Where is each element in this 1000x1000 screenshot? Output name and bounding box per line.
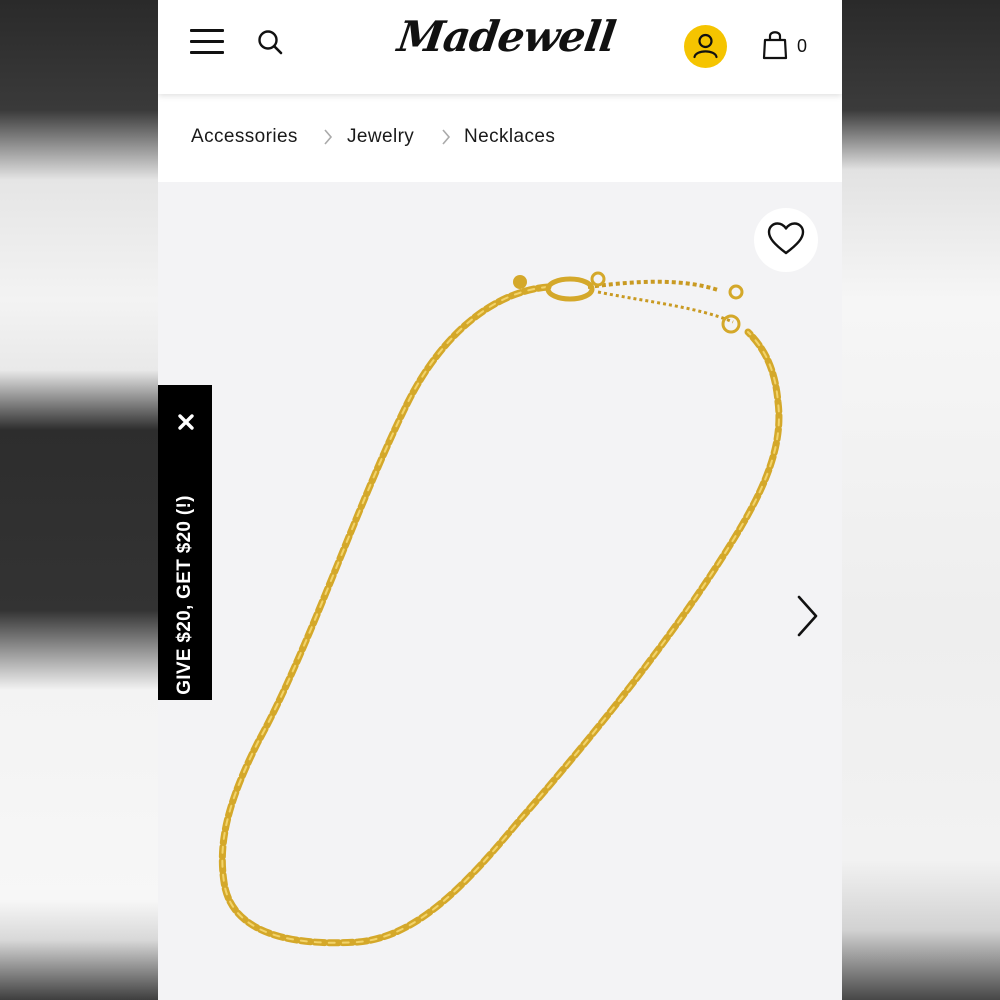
promo-text: GIVE $20, GET $20 (!) <box>174 495 195 695</box>
breadcrumb-necklaces[interactable]: Necklaces <box>464 126 555 148</box>
logo-text: Madewell <box>394 12 619 61</box>
breadcrumb-accessories[interactable]: Accessories <box>191 126 298 148</box>
breadcrumb-jewelry[interactable]: Jewelry <box>347 126 414 148</box>
hamburger-menu-icon[interactable] <box>190 27 226 57</box>
breadcrumb-chevron-icon <box>442 129 451 145</box>
chevron-right-icon <box>797 595 818 637</box>
bag-count: 0 <box>797 36 808 56</box>
wishlist-button[interactable] <box>754 208 818 272</box>
next-image-button[interactable] <box>792 592 822 640</box>
shopping-bag-icon[interactable] <box>761 28 789 60</box>
heart-icon <box>767 222 805 255</box>
necklace-product-image <box>218 271 783 947</box>
backdrop-right <box>842 0 1000 1000</box>
breadcrumb-chevron-icon <box>324 129 333 145</box>
account-button[interactable] <box>684 25 727 68</box>
product-image-gallery[interactable] <box>158 182 842 1000</box>
close-icon[interactable] <box>175 411 197 433</box>
user-icon <box>693 33 718 59</box>
referral-promo-tab[interactable]: GIVE $20, GET $20 (!) <box>158 385 212 700</box>
mobile-page: Madewell 0 Accessories Jewelry Necklaces <box>158 0 842 1000</box>
backdrop-left <box>0 0 158 1000</box>
site-header: Madewell 0 <box>158 0 842 94</box>
breadcrumb: Accessories Jewelry Necklaces <box>158 94 842 182</box>
madewell-logo[interactable]: Madewell <box>395 12 618 72</box>
search-icon[interactable] <box>256 28 286 58</box>
